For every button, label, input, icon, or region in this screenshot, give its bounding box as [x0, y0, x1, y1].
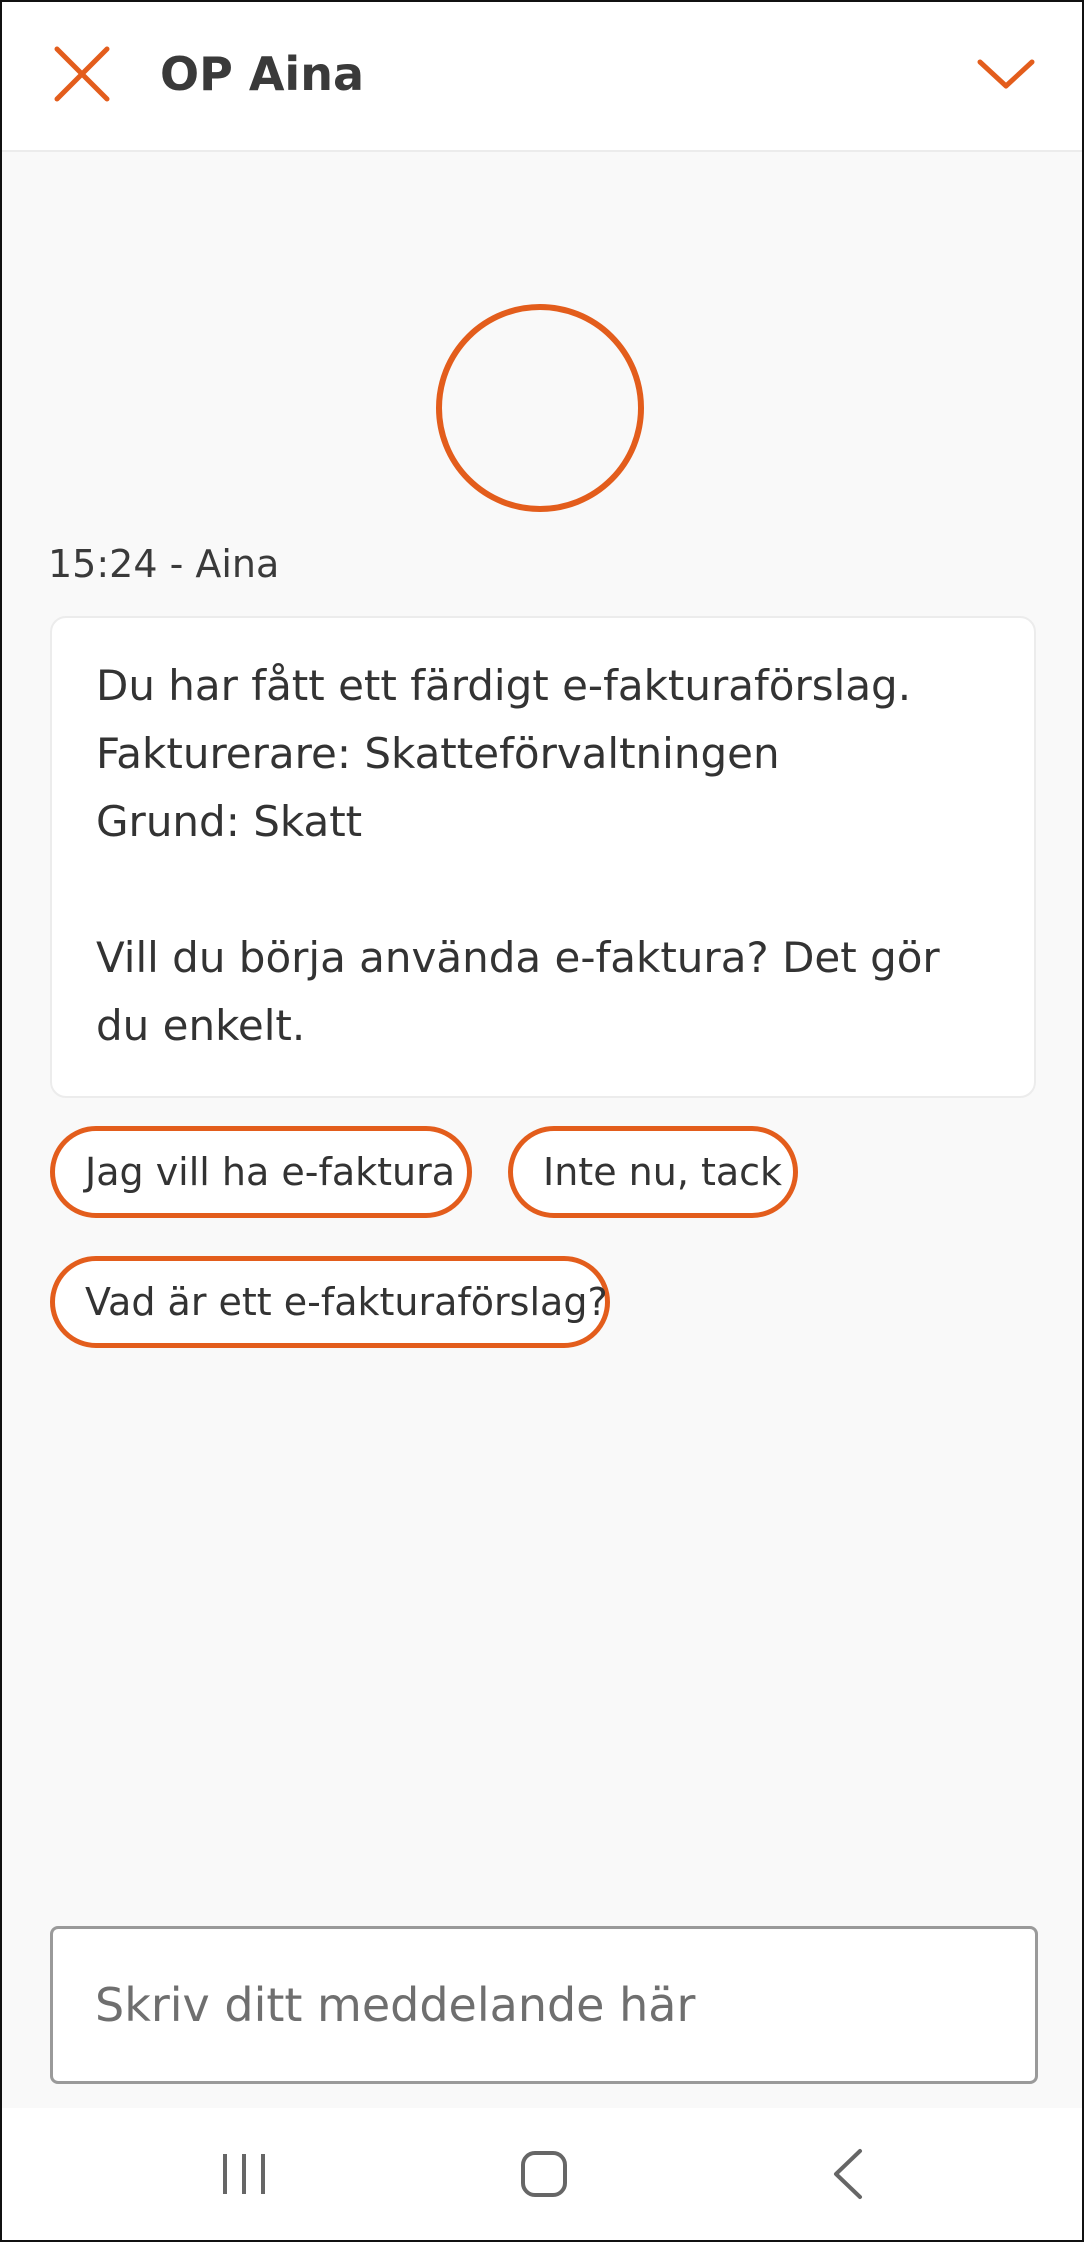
back-icon	[834, 2149, 862, 2199]
message-input[interactable]	[53, 1929, 1035, 2081]
android-nav-bar	[2, 2108, 1082, 2240]
app-screen: OP Aina 15:24 - Aina Du har fått ett fär…	[0, 0, 1084, 2242]
recent-apps-button[interactable]	[184, 2128, 304, 2220]
message-input-box	[50, 1926, 1038, 2084]
message-line: Fakturerare: Skatteförvaltningen	[96, 729, 780, 778]
home-button[interactable]	[484, 2128, 604, 2220]
message-line: Grund: Skatt	[96, 797, 363, 846]
quick-reply-yes-button[interactable]: Jag vill ha e-faktura	[50, 1126, 472, 1218]
quick-reply-not-now-button[interactable]: Inte nu, tack	[508, 1126, 798, 1218]
chevron-down-icon	[977, 59, 1035, 89]
message-bubble: Du har fått ett färdigt e-fakturaförslag…	[50, 616, 1036, 1098]
minimize-button[interactable]	[966, 38, 1046, 110]
home-icon	[521, 2151, 567, 2197]
back-button[interactable]	[788, 2128, 908, 2220]
message-line: Vill du börja använda e-faktura? Det gör…	[96, 933, 940, 1050]
chat-title: OP Aina	[160, 47, 364, 101]
message-line: Du har fått ett färdigt e-fakturaförslag…	[96, 661, 912, 710]
message-meta: 15:24 - Aina	[48, 542, 280, 586]
close-button[interactable]	[46, 38, 118, 110]
assistant-avatar	[436, 304, 644, 512]
chat-header: OP Aina	[2, 2, 1082, 152]
recent-apps-icon	[223, 2154, 265, 2194]
close-x-icon	[54, 46, 110, 102]
quick-reply-what-is-button[interactable]: Vad är ett e-fakturaförslag?	[50, 1256, 610, 1348]
